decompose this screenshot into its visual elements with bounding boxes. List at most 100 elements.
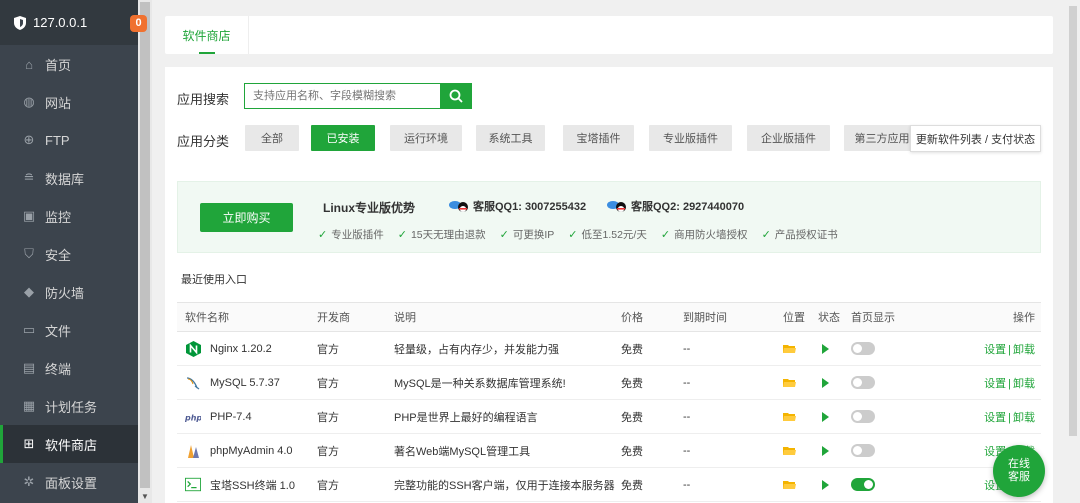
folder-icon[interactable] bbox=[783, 344, 796, 354]
tab-software-store[interactable]: 软件商店 bbox=[165, 16, 249, 54]
feature-text: 商用防火墙授权 bbox=[674, 229, 748, 241]
category-button[interactable]: 已安装 bbox=[311, 125, 375, 151]
folder-icon[interactable] bbox=[783, 378, 796, 388]
play-icon[interactable] bbox=[822, 479, 829, 490]
category-button[interactable]: 第三方应用 bbox=[844, 125, 920, 151]
play-icon[interactable] bbox=[822, 377, 829, 388]
monitor-icon: ▣ bbox=[22, 208, 36, 223]
col-vendor: 开发商 bbox=[317, 312, 350, 324]
home-display-toggle[interactable] bbox=[851, 444, 875, 457]
home-display-toggle[interactable] bbox=[851, 342, 875, 355]
uninstall-link[interactable]: 卸载 bbox=[1013, 344, 1035, 356]
folder-icon[interactable] bbox=[783, 480, 796, 490]
feature-list: ✓ 专业版插件 ✓ 15天无理由退款 ✓ 可更换IP ✓ 低至1.52元/天 ✓ 商用防火墙授权 ✓… bbox=[318, 227, 852, 242]
software-table: 软件名称 开发商 说明 价格 到期时间 位置 状态 首页显示 操作 Nginx … bbox=[177, 302, 1041, 502]
cell-ops: 设置|卸载 bbox=[981, 375, 1041, 391]
cell-vendor: 官方 bbox=[317, 411, 339, 424]
cell-desc: MySQL是一种关系数据库管理系统! bbox=[394, 377, 566, 390]
sidebar-item-label: 软件商店 bbox=[45, 437, 98, 453]
qq1-contact[interactable]: 客服QQ1: 3007255432 bbox=[448, 198, 586, 214]
software-name: Nginx 1.20.2 bbox=[210, 342, 272, 355]
refresh-list-button[interactable]: 更新软件列表 / 支付状态 bbox=[910, 125, 1041, 152]
sidebar-item[interactable]: ◍ 网站 bbox=[0, 83, 138, 121]
settings-link[interactable]: 设置 bbox=[984, 378, 1006, 390]
sidebar-item-label: 监控 bbox=[45, 209, 72, 225]
cell-ops: 设置|卸载 bbox=[981, 409, 1041, 425]
online-service-button[interactable]: 在线 客服 bbox=[993, 445, 1045, 497]
feature-item: ✓ 专业版插件 bbox=[318, 227, 384, 242]
page-scrollbar-thumb[interactable] bbox=[1069, 6, 1077, 436]
category-button[interactable]: 专业版插件 bbox=[649, 125, 732, 151]
search-button[interactable] bbox=[440, 83, 472, 109]
category-button[interactable]: 企业版插件 bbox=[747, 125, 830, 151]
sidebar-item[interactable]: ⊞ 软件商店 bbox=[0, 425, 138, 463]
scrollbar-thumb[interactable] bbox=[140, 2, 150, 488]
search-input[interactable] bbox=[244, 83, 440, 109]
sidebar-item[interactable]: ▤ 终端 bbox=[0, 349, 138, 387]
sidebar-item[interactable]: ▦ 计划任务 bbox=[0, 387, 138, 425]
cell-name[interactable]: Nginx 1.20.2 bbox=[177, 340, 317, 357]
page-scrollbar[interactable] bbox=[1066, 0, 1080, 503]
category-button[interactable]: 宝塔插件 bbox=[563, 125, 634, 151]
sidebar-item[interactable]: ◆ 防火墙 bbox=[0, 273, 138, 311]
sidebar-item[interactable]: ⌂ 首页 bbox=[0, 45, 138, 83]
folder-icon[interactable] bbox=[783, 446, 796, 456]
sidebar-item[interactable]: ✲ 面板设置 bbox=[0, 463, 138, 501]
nginx-icon bbox=[185, 340, 201, 357]
sidebar-item[interactable]: ⊕ FTP bbox=[0, 121, 138, 159]
col-name: 软件名称 bbox=[185, 312, 229, 324]
cell-desc: 轻量级，占有内存少，并发能力强 bbox=[394, 343, 559, 356]
separator: | bbox=[1008, 377, 1011, 390]
uninstall-link[interactable]: 卸载 bbox=[1013, 378, 1035, 390]
cell-name[interactable]: MySQL 5.7.37 bbox=[177, 375, 317, 391]
scroll-down-arrow-icon[interactable]: ▼ bbox=[141, 492, 149, 501]
home-display-toggle[interactable] bbox=[851, 478, 875, 491]
software-name: MySQL 5.7.37 bbox=[210, 376, 280, 389]
category-button[interactable]: 系统工具 bbox=[476, 125, 545, 151]
qq2-contact[interactable]: 客服QQ2: 2927440070 bbox=[606, 198, 744, 214]
cell-name[interactable]: 宝塔SSH终端 1.0 bbox=[177, 477, 317, 493]
play-icon[interactable] bbox=[822, 411, 829, 422]
promo-title: Linux专业版优势 bbox=[323, 201, 415, 215]
buy-now-button[interactable]: 立即购买 bbox=[200, 203, 293, 232]
home-display-toggle[interactable] bbox=[851, 376, 875, 389]
ftp-icon: ⊕ bbox=[23, 132, 35, 147]
notification-badge[interactable]: 0 bbox=[130, 15, 147, 32]
feature-item: ✓ 可更换IP bbox=[500, 227, 555, 242]
play-icon[interactable] bbox=[822, 343, 829, 354]
cell-vendor: 官方 bbox=[317, 445, 339, 458]
cell-name[interactable]: phpMyAdmin 4.0 bbox=[177, 443, 317, 459]
sidebar-item-label: 数据库 bbox=[45, 171, 85, 187]
home-display-toggle[interactable] bbox=[851, 410, 875, 423]
cell-price: 免费 bbox=[621, 411, 643, 424]
settings-link[interactable]: 设置 bbox=[984, 344, 1006, 356]
sidebar-item-label: 面板设置 bbox=[45, 475, 98, 491]
category-button[interactable]: 全部 bbox=[245, 125, 299, 151]
sidebar-item[interactable]: ▭ 文件 bbox=[0, 311, 138, 349]
main-scrollbar[interactable]: ▼ bbox=[138, 0, 152, 503]
table-header: 软件名称 开发商 说明 价格 到期时间 位置 状态 首页显示 操作 bbox=[177, 303, 1041, 332]
uninstall-link[interactable]: 卸载 bbox=[1013, 412, 1035, 424]
sidebar-item[interactable]: ▣ 监控 bbox=[0, 197, 138, 235]
cell-price: 免费 bbox=[621, 445, 643, 458]
svg-text:php: php bbox=[185, 413, 201, 422]
mysql-icon bbox=[185, 375, 201, 391]
category-button[interactable]: 运行环境 bbox=[390, 125, 462, 151]
check-icon: ✓ bbox=[318, 229, 328, 241]
cell-expire: -- bbox=[683, 410, 691, 423]
feature-item: ✓ 商用防火墙授权 bbox=[661, 227, 748, 242]
cell-expire: -- bbox=[683, 376, 691, 389]
sidebar-item[interactable]: ≘ 数据库 bbox=[0, 159, 138, 197]
col-ops: 操作 bbox=[1013, 312, 1035, 324]
sidebar-host[interactable]: 127.0.0.1 bbox=[0, 0, 138, 45]
cell-name[interactable]: php PHP-7.4 bbox=[177, 409, 317, 425]
software-name: PHP-7.4 bbox=[210, 410, 252, 423]
folder-icon[interactable] bbox=[783, 412, 796, 422]
settings-link[interactable]: 设置 bbox=[984, 412, 1006, 424]
online-service-line2: 客服 bbox=[1008, 471, 1030, 483]
sidebar-item[interactable]: ⛉ 安全 bbox=[0, 235, 138, 273]
play-icon[interactable] bbox=[822, 445, 829, 456]
cell-expire: -- bbox=[683, 444, 691, 457]
table-row: php PHP-7.4 官方 PHP是世界上最好的编程语言 免费 -- 设置 | 卸载 bbox=[177, 400, 1041, 434]
sidebar-item-label: FTP bbox=[45, 132, 70, 148]
